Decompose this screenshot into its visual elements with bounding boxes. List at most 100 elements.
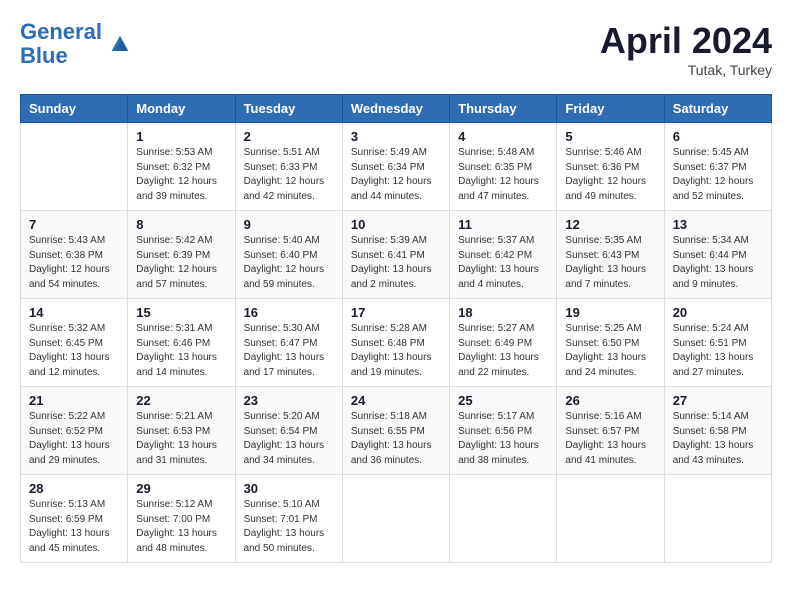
day-number: 24 [351,393,441,408]
day-info: Sunrise: 5:30 AM Sunset: 6:47 PM Dayligh… [244,322,334,380]
calendar-cell: 3Sunrise: 5:49 AM Sunset: 6:34 PM Daylig… [342,123,449,211]
calendar-cell: 17 Sunrise: 5:28 AM Sunset: 6:48 PM Dayli… [342,299,449,387]
calendar-cell [450,475,557,563]
day-number: 4 [458,129,548,144]
day-number: 3 [351,129,441,144]
calendar-cell [342,475,449,563]
day-number: 22 [136,393,226,408]
day-info: Sunrise: 5:13 AM Sunset: 6:59 PM Dayligh… [29,498,119,556]
weekday-header-tuesday: Tuesday [235,95,342,123]
calendar-cell: 21 Sunrise: 5:22 AM Sunset: 6:52 PM Dayli… [21,387,128,475]
logo-blue: Blue [20,43,68,68]
day-info: Sunrise: 5:16 AM Sunset: 6:57 PM Dayligh… [565,410,655,468]
day-info: Sunrise: 5:45 AM Sunset: 6:37 PM Dayligh… [673,146,763,204]
weekday-header-row: SundayMondayTuesdayWednesdayThursdayFrid… [21,95,772,123]
location: Tutak, Turkey [600,62,772,78]
day-number: 29 [136,481,226,496]
day-info: Sunrise: 5:27 AM Sunset: 6:49 PM Dayligh… [458,322,548,380]
calendar-cell: 9Sunrise: 5:40 AM Sunset: 6:40 PM Daylig… [235,211,342,299]
weekday-header-friday: Friday [557,95,664,123]
title-block: April 2024 Tutak, Turkey [600,20,772,78]
day-info: Sunrise: 5:35 AM Sunset: 6:43 PM Dayligh… [565,234,655,292]
calendar-cell: 4Sunrise: 5:48 AM Sunset: 6:35 PM Daylig… [450,123,557,211]
calendar-table: SundayMondayTuesdayWednesdayThursdayFrid… [20,94,772,563]
day-number: 19 [565,305,655,320]
calendar-cell: 6Sunrise: 5:45 AM Sunset: 6:37 PM Daylig… [664,123,771,211]
day-number: 17 [351,305,441,320]
day-number: 28 [29,481,119,496]
calendar-cell [664,475,771,563]
day-info: Sunrise: 5:12 AM Sunset: 7:00 PM Dayligh… [136,498,226,556]
calendar-week-5: 28 Sunrise: 5:13 AM Sunset: 6:59 PM Dayli… [21,475,772,563]
calendar-cell: 14 Sunrise: 5:32 AM Sunset: 6:45 PM Dayli… [21,299,128,387]
calendar-week-1: 1Sunrise: 5:53 AM Sunset: 6:32 PM Daylig… [21,123,772,211]
calendar-cell [21,123,128,211]
day-number: 23 [244,393,334,408]
day-info: Sunrise: 5:28 AM Sunset: 6:48 PM Dayligh… [351,322,441,380]
day-info: Sunrise: 5:32 AM Sunset: 6:45 PM Dayligh… [29,322,119,380]
day-info: Sunrise: 5:46 AM Sunset: 6:36 PM Dayligh… [565,146,655,204]
weekday-header-wednesday: Wednesday [342,95,449,123]
calendar-week-2: 7Sunrise: 5:43 AM Sunset: 6:38 PM Daylig… [21,211,772,299]
day-number: 15 [136,305,226,320]
day-info: Sunrise: 5:34 AM Sunset: 6:44 PM Dayligh… [673,234,763,292]
day-number: 21 [29,393,119,408]
calendar-cell: 24Sunrise: 5:18 AM Sunset: 6:55 PM Dayli… [342,387,449,475]
calendar-week-3: 14 Sunrise: 5:32 AM Sunset: 6:45 PM Dayli… [21,299,772,387]
calendar-cell: 7Sunrise: 5:43 AM Sunset: 6:38 PM Daylig… [21,211,128,299]
day-number: 10 [351,217,441,232]
weekday-header-monday: Monday [128,95,235,123]
day-number: 25 [458,393,548,408]
day-number: 5 [565,129,655,144]
day-info: Sunrise: 5:37 AM Sunset: 6:42 PM Dayligh… [458,234,548,292]
day-info: Sunrise: 5:22 AM Sunset: 6:52 PM Dayligh… [29,410,119,468]
logo-general: General [20,19,102,44]
logo-text: General Blue [20,20,102,68]
calendar-week-4: 21 Sunrise: 5:22 AM Sunset: 6:52 PM Dayli… [21,387,772,475]
day-info: Sunrise: 5:25 AM Sunset: 6:50 PM Dayligh… [565,322,655,380]
calendar-cell: 26 Sunrise: 5:16 AM Sunset: 6:57 PM Dayli… [557,387,664,475]
calendar-cell: 1Sunrise: 5:53 AM Sunset: 6:32 PM Daylig… [128,123,235,211]
calendar-cell: 23 Sunrise: 5:20 AM Sunset: 6:54 PM Dayli… [235,387,342,475]
day-info: Sunrise: 5:24 AM Sunset: 6:51 PM Dayligh… [673,322,763,380]
day-number: 8 [136,217,226,232]
day-info: Sunrise: 5:14 AM Sunset: 6:58 PM Dayligh… [673,410,763,468]
calendar-cell: 25 Sunrise: 5:17 AM Sunset: 6:56 PM Dayli… [450,387,557,475]
day-info: Sunrise: 5:39 AM Sunset: 6:41 PM Dayligh… [351,234,441,292]
calendar-cell [557,475,664,563]
weekday-header-sunday: Sunday [21,95,128,123]
calendar-cell: 30 Sunrise: 5:10 AM Sunset: 7:01 PM Dayli… [235,475,342,563]
day-number: 2 [244,129,334,144]
day-info: Sunrise: 5:42 AM Sunset: 6:39 PM Dayligh… [136,234,226,292]
calendar-cell: 29 Sunrise: 5:12 AM Sunset: 7:00 PM Dayli… [128,475,235,563]
calendar-cell: 20 Sunrise: 5:24 AM Sunset: 6:51 PM Dayli… [664,299,771,387]
day-number: 18 [458,305,548,320]
day-number: 26 [565,393,655,408]
day-info: Sunrise: 5:17 AM Sunset: 6:56 PM Dayligh… [458,410,548,468]
day-info: Sunrise: 5:31 AM Sunset: 6:46 PM Dayligh… [136,322,226,380]
day-number: 16 [244,305,334,320]
day-number: 20 [673,305,763,320]
calendar-cell: 19 Sunrise: 5:25 AM Sunset: 6:50 PM Dayli… [557,299,664,387]
day-number: 13 [673,217,763,232]
day-info: Sunrise: 5:21 AM Sunset: 6:53 PM Dayligh… [136,410,226,468]
day-number: 11 [458,217,548,232]
day-number: 30 [244,481,334,496]
calendar-cell: 22 Sunrise: 5:21 AM Sunset: 6:53 PM Dayli… [128,387,235,475]
calendar-cell: 5 Sunrise: 5:46 AM Sunset: 6:36 PM Daylig… [557,123,664,211]
calendar-cell: 27 Sunrise: 5:14 AM Sunset: 6:58 PM Dayli… [664,387,771,475]
weekday-header-thursday: Thursday [450,95,557,123]
day-number: 12 [565,217,655,232]
day-info: Sunrise: 5:53 AM Sunset: 6:32 PM Dayligh… [136,146,226,204]
calendar-cell: 10 Sunrise: 5:39 AM Sunset: 6:41 PM Dayli… [342,211,449,299]
calendar-cell: 12 Sunrise: 5:35 AM Sunset: 6:43 PM Dayli… [557,211,664,299]
day-info: Sunrise: 5:51 AM Sunset: 6:33 PM Dayligh… [244,146,334,204]
day-info: Sunrise: 5:10 AM Sunset: 7:01 PM Dayligh… [244,498,334,556]
day-info: Sunrise: 5:43 AM Sunset: 6:38 PM Dayligh… [29,234,119,292]
day-info: Sunrise: 5:20 AM Sunset: 6:54 PM Dayligh… [244,410,334,468]
logo: General Blue [20,20,134,68]
calendar-cell: 2 Sunrise: 5:51 AM Sunset: 6:33 PM Daylig… [235,123,342,211]
day-number: 27 [673,393,763,408]
day-number: 14 [29,305,119,320]
logo-icon [106,30,134,58]
